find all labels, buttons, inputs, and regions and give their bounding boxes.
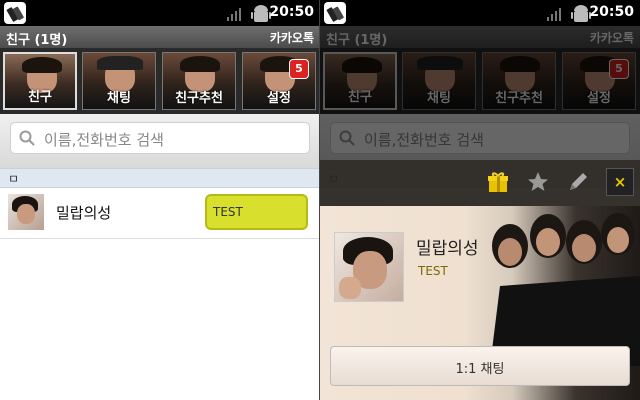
clock: 20:50 [589,4,634,20]
screen-divider [319,0,320,400]
status-message-bubble: TEST [205,194,308,230]
search-input[interactable]: 이름,전화번호 검색 [10,122,310,154]
tab-label: 친구 [28,90,52,105]
tab-chat[interactable]: 채팅 [82,52,156,110]
app-notification-icon [4,2,26,24]
status-bar: 20:50 [320,0,640,26]
friends-screen-with-profile: 20:50 친구 (1명) 카카오톡 친구 채팅 친구추천 5 설정 이름,전화… [320,0,640,400]
signal-icon [547,8,561,21]
one-on-one-chat-button[interactable]: 1:1 채팅 [330,346,630,386]
title-bar: 친구 (1명) 카카오톡 [0,26,320,48]
tab-label: 친구추천 [175,91,223,106]
friend-row[interactable]: 밀랍의성 TEST [0,188,320,239]
profile-action-bar: × [320,160,640,206]
search-placeholder: 이름,전화번호 검색 [44,131,164,149]
tab-recommend[interactable]: 친구추천 [162,52,236,110]
close-button[interactable]: × [606,168,634,196]
section-header: ㅁ [0,168,320,188]
section-letter: ㅁ [8,172,20,186]
chat-button-label: 1:1 채팅 [455,362,505,377]
close-icon: × [613,173,627,191]
star-icon[interactable] [526,170,550,194]
tab-friends[interactable]: 친구 [3,52,77,110]
tab-settings[interactable]: 5 설정 [242,52,316,110]
clock: 20:50 [269,4,314,20]
profile-popup: 밀랍의성 TEST 1:1 채팅 [320,206,640,400]
profile-name: 밀랍의성 [416,239,479,259]
profile-background-photo [490,213,640,366]
search-bar: 이름,전화번호 검색 [0,114,320,168]
friend-name: 밀랍의성 [56,204,112,222]
tab-label: 채팅 [107,91,131,106]
gift-icon[interactable] [486,170,510,194]
page-title: 친구 (1명) [6,33,68,48]
search-icon [19,130,35,146]
profile-status-message: TEST [418,264,448,278]
status-bar: 20:50 [0,0,320,26]
app-name: 카카오톡 [269,31,314,45]
notification-badge: 5 [289,59,309,79]
app-notification-icon [324,2,346,24]
status-message: TEST [213,205,243,219]
tab-label: 설정 [267,91,291,106]
tab-bar: 친구 채팅 친구추천 5 설정 [0,48,320,114]
signal-icon [227,8,241,21]
profile-avatar[interactable] [334,232,404,302]
pencil-icon[interactable] [566,170,590,194]
friends-screen: 20:50 친구 (1명) 카카오톡 친구 채팅 친구추천 5 설정 이름,전화… [0,0,320,400]
avatar[interactable] [8,194,44,230]
